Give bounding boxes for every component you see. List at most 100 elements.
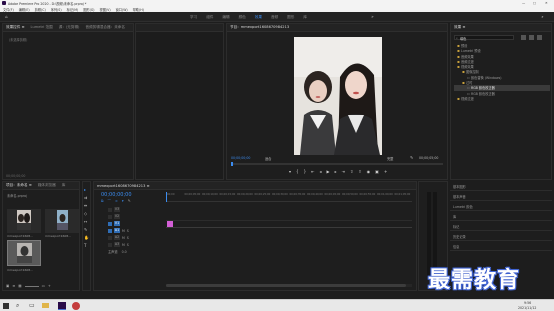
maximize-button[interactable]: □ <box>533 1 536 5</box>
new-item-icon[interactable]: + <box>48 284 51 288</box>
snap-icon[interactable]: ⌒ <box>108 199 112 204</box>
lock-icon[interactable]: ▣ <box>6 284 9 288</box>
type-icon[interactable]: T <box>84 243 89 248</box>
track-label-v2[interactable]: V2 <box>114 214 120 219</box>
menu-view[interactable]: 视图(V) <box>100 7 111 12</box>
workspace-editing[interactable]: 编辑 <box>222 15 229 20</box>
effects-search[interactable]: ⌕ 填色 <box>454 35 514 41</box>
minimize-button[interactable]: — <box>522 1 525 5</box>
accelerated-icon[interactable] <box>521 35 526 40</box>
mark-in-icon[interactable]: { <box>296 169 299 174</box>
close-button[interactable]: ✕ <box>545 1 548 5</box>
mute-icon[interactable]: M <box>122 243 125 247</box>
tab-libraries[interactable]: 库 <box>62 183 66 188</box>
lift-icon[interactable]: ⇧ <box>350 169 353 174</box>
program-timecode[interactable]: 00;00;00;00 <box>231 156 250 160</box>
compare-icon[interactable]: ▣ <box>375 169 379 174</box>
wrench-icon[interactable]: ✎ <box>410 155 413 160</box>
tab-effect-controls[interactable]: 效果控件 ≡ <box>6 25 25 30</box>
menu-edit[interactable]: 编辑(E) <box>19 7 30 12</box>
track-area[interactable] <box>166 206 412 255</box>
add-button-icon[interactable]: + <box>384 169 387 174</box>
tree-item-video-transitions[interactable]: ▪ 视频过渡 <box>454 96 550 101</box>
tab-program[interactable]: 节目：mmexport1608670984213 <box>230 25 289 30</box>
mute-icon[interactable]: M <box>122 236 125 240</box>
workspace-assembly[interactable]: 组件 <box>206 15 213 20</box>
task-view-icon[interactable]: ▭ <box>29 302 35 309</box>
section-lumetri-color[interactable]: Lumetri 颜色 <box>450 201 552 211</box>
new-bin-icon[interactable]: ▭ <box>42 284 45 288</box>
icon-view-icon[interactable]: ▦ <box>18 284 21 288</box>
hand-icon[interactable]: ✋ <box>84 235 89 240</box>
section-history[interactable]: 历史记录 <box>450 231 552 241</box>
workspace-effects[interactable]: 效果 <box>255 15 262 20</box>
play-icon[interactable]: ▶ <box>326 169 329 174</box>
ripple-edit-icon[interactable]: ⇹ <box>84 203 89 208</box>
step-back-icon[interactable]: ◂ <box>319 169 321 174</box>
lock-track-icon[interactable] <box>108 214 112 219</box>
track-label-v1[interactable]: V1 <box>114 221 120 226</box>
yuv-icon[interactable] <box>537 35 542 40</box>
clip-thumb-1[interactable] <box>7 209 41 233</box>
tab-effects[interactable]: 效果 ≡ <box>454 25 465 30</box>
section-libraries[interactable]: 库 <box>450 211 552 221</box>
section-info[interactable]: 信息 <box>450 241 552 251</box>
menu-graphics[interactable]: 图形(G) <box>83 7 94 12</box>
taskbar-search-icon[interactable]: ⌕ <box>16 302 19 310</box>
menu-clip[interactable]: 剪辑(C) <box>35 7 46 12</box>
track-select-icon[interactable]: ⇉ <box>84 195 89 200</box>
list-view-icon[interactable]: ≡ <box>12 284 15 288</box>
track-label-v3[interactable]: V3 <box>114 207 120 212</box>
taskbar-app-icon[interactable] <box>72 302 80 310</box>
track-label-a2[interactable]: A2 <box>114 235 120 240</box>
menu-window[interactable]: 窗口(W) <box>116 7 128 12</box>
solo-icon[interactable]: S <box>127 236 129 240</box>
slip-icon[interactable]: ↔ <box>84 219 89 224</box>
solo-icon[interactable]: S <box>127 229 129 233</box>
track-label-a1[interactable]: A1 <box>114 228 120 233</box>
more-icon[interactable]: » <box>370 14 375 19</box>
premiere-taskbar-icon[interactable] <box>58 302 66 310</box>
menu-sequence[interactable]: 序列(S) <box>51 7 62 12</box>
selection-tool-icon[interactable]: ▸ <box>84 187 89 192</box>
add-marker-icon[interactable]: ▾ <box>122 199 124 204</box>
tab-media-browser[interactable]: 媒体浏览器 <box>38 183 56 188</box>
menu-markers[interactable]: 标记(M) <box>67 7 79 12</box>
workspace-graphics[interactable]: 图形 <box>287 15 294 20</box>
razor-icon[interactable]: ◇ <box>84 211 89 216</box>
step-forward-icon[interactable]: ▸ <box>335 169 337 174</box>
menu-help[interactable]: 帮助(H) <box>133 7 144 12</box>
mute-icon[interactable]: M <box>122 229 125 233</box>
menu-file[interactable]: 文件(F) <box>3 7 14 12</box>
program-scrub-bar[interactable] <box>231 162 443 166</box>
timeline-timecode[interactable]: 00;00;00;00 <box>101 192 132 198</box>
timeline-scrollbar[interactable] <box>166 284 412 287</box>
file-explorer-icon[interactable] <box>42 303 49 308</box>
export-frame-icon[interactable]: ◉ <box>367 169 371 174</box>
go-to-out-icon[interactable]: ⇥ <box>342 169 345 174</box>
lock-track-icon[interactable] <box>108 207 112 212</box>
windows-start-icon[interactable] <box>3 303 9 309</box>
clip-thumb-3[interactable] <box>7 240 41 266</box>
clip-thumb-2[interactable] <box>45 209 79 233</box>
tab-source[interactable]: 源：(无剪辑) <box>59 25 80 30</box>
workspace-learn[interactable]: 学习 <box>190 15 197 20</box>
timeline-ruler[interactable]: 00;00 00;00;05;00 00;00;10;00 00;00;15;00 00… <box>166 192 412 202</box>
tab-sequence[interactable]: mmexport1608670984213 ≡ <box>97 184 150 188</box>
pen-icon[interactable]: ✎ <box>84 227 89 232</box>
timeline-settings-icon[interactable]: ✎ <box>128 199 131 204</box>
playhead-marker[interactable] <box>231 162 233 166</box>
quality-select[interactable]: 完整 <box>387 156 393 161</box>
insert-overwrite-icon[interactable]: ⧉ <box>101 199 104 204</box>
source-patch-a1[interactable] <box>108 228 112 233</box>
source-patch-v1[interactable] <box>108 221 112 226</box>
track-label-a3[interactable]: A3 <box>114 242 120 247</box>
tab-project[interactable]: 项目：未命名 ≡ <box>6 183 32 188</box>
section-markers[interactable]: 标记 <box>450 221 552 231</box>
video-clip-v1[interactable] <box>167 221 173 227</box>
fit-select[interactable]: 适合 <box>265 156 271 161</box>
workspace-color[interactable]: 颜色 <box>239 15 246 20</box>
workspace-audio[interactable]: 音频 <box>271 15 278 20</box>
workspace-libraries[interactable]: 库 <box>303 15 307 20</box>
extract-icon[interactable]: ⇪ <box>358 169 361 174</box>
